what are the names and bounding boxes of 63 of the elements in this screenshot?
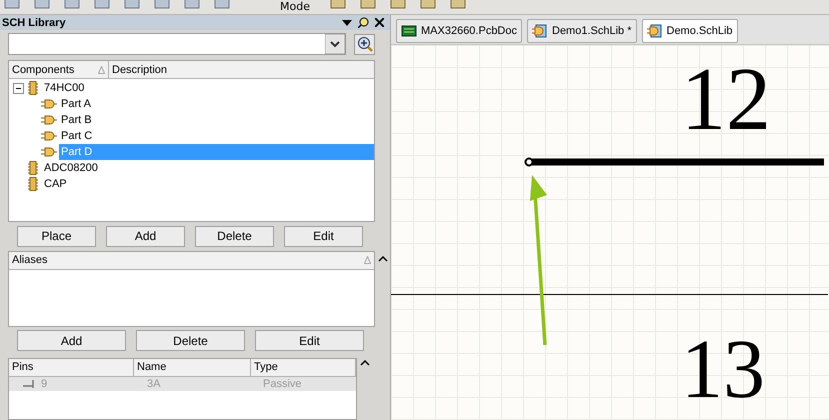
toolbar-icon xyxy=(64,0,80,9)
close-icon xyxy=(375,18,384,28)
toolbar-icon xyxy=(390,0,406,9)
dropdown-arrow-icon xyxy=(325,34,345,54)
toolbar-icon xyxy=(214,0,230,9)
gate-icon xyxy=(41,147,57,158)
column-header[interactable]: Description xyxy=(109,61,374,78)
dropdown-icon xyxy=(342,20,352,26)
toolbar-icon xyxy=(184,0,200,9)
pin-number: 12 xyxy=(681,55,771,145)
panel-button[interactable]: Delete xyxy=(136,330,245,352)
library-document-icon xyxy=(532,24,548,38)
sort-icon xyxy=(98,66,105,74)
table-cell: 9 xyxy=(41,378,48,390)
gate-icon xyxy=(41,115,57,126)
zoom-button[interactable] xyxy=(354,34,375,55)
table-cell-text: 3A xyxy=(146,376,162,391)
panel-button[interactable]: Edit xyxy=(284,226,363,247)
library-document-icon xyxy=(646,24,662,38)
panel-button[interactable]: Add xyxy=(106,226,185,247)
column-header[interactable]: Name xyxy=(134,358,251,376)
toolbar-icon xyxy=(94,0,110,9)
toolbar-icon xyxy=(4,0,20,9)
document-tab[interactable]: Demo1.SchLib * xyxy=(527,18,636,42)
panel-title: SCH Library xyxy=(2,16,66,29)
collapse-icon xyxy=(378,256,388,262)
collapse-toggle[interactable] xyxy=(13,82,24,94)
toolbar-icon xyxy=(450,0,466,9)
mode-menu[interactable]: Mode xyxy=(274,0,316,13)
gate-icon xyxy=(41,99,57,110)
search-combo[interactable] xyxy=(8,33,346,56)
tree-item[interactable]: 74HC00 xyxy=(42,80,86,96)
tree-item[interactable]: ADC08200 xyxy=(42,160,100,176)
toolbar-icon xyxy=(420,0,436,9)
table-cell-text: Passive xyxy=(262,376,303,391)
chip-icon xyxy=(28,161,38,176)
toolbar-icon xyxy=(154,0,170,9)
pin-symbol-icon xyxy=(23,380,37,388)
chip-icon xyxy=(28,177,38,192)
toolbar-icon xyxy=(34,0,50,9)
panel-button[interactable]: Add xyxy=(17,330,126,352)
tree-item[interactable]: CAP xyxy=(42,176,69,192)
gate-icon xyxy=(41,131,57,142)
document-tab[interactable]: MAX32660.PcbDoc xyxy=(396,18,522,42)
column-header[interactable]: Pins xyxy=(9,358,134,376)
circuit-board-icon xyxy=(401,24,417,36)
panel-button[interactable]: Delete xyxy=(195,226,274,247)
column-header[interactable]: Aliases xyxy=(9,252,374,269)
collapse-icon xyxy=(360,360,370,366)
column-header[interactable]: Components xyxy=(9,61,109,78)
panel-button[interactable]: Place xyxy=(17,226,96,247)
tree-item[interactable]: Part A xyxy=(59,96,374,112)
sort-icon xyxy=(364,256,371,264)
column-header[interactable]: Type xyxy=(251,358,356,376)
document-tab[interactable]: Demo.SchLib xyxy=(642,18,738,42)
panel-button[interactable]: Edit xyxy=(255,330,364,352)
toolbar-icon xyxy=(124,0,140,9)
toolbar-icon xyxy=(360,0,376,9)
toolbar-icon xyxy=(330,0,346,9)
chip-icon xyxy=(28,81,38,96)
tree-item[interactable]: Part B xyxy=(59,112,374,128)
pin-number: 13 xyxy=(681,328,765,412)
tree-item[interactable]: Part C xyxy=(59,128,374,144)
